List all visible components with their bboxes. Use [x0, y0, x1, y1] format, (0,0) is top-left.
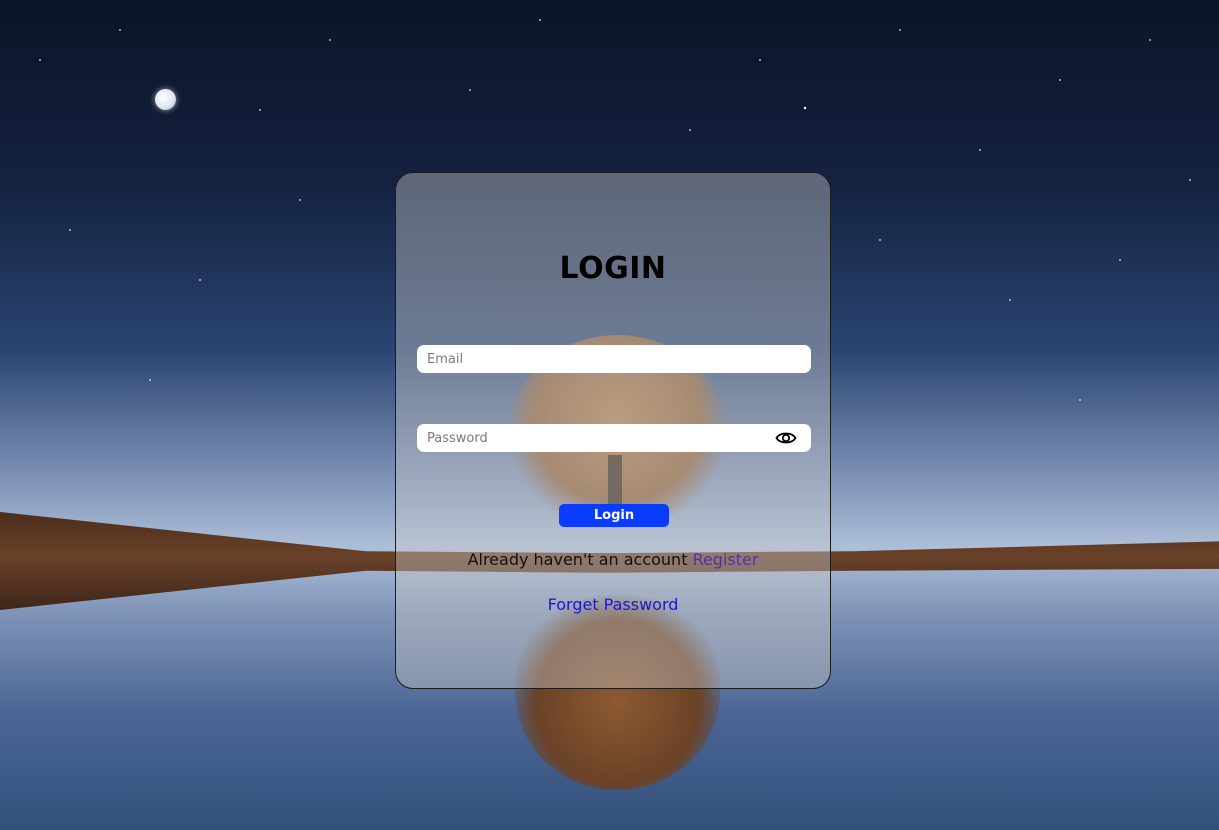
login-title: LOGIN — [559, 251, 667, 286]
login-card: LOGIN Login Already haven't an account R… — [395, 172, 831, 689]
password-input[interactable] — [417, 424, 811, 452]
register-prompt-line: Already haven't an account Register — [396, 550, 830, 569]
eye-icon[interactable] — [775, 429, 797, 447]
login-button[interactable]: Login — [559, 504, 669, 527]
register-link[interactable]: Register — [693, 550, 759, 569]
register-prompt-text: Already haven't an account — [467, 550, 693, 569]
password-field-wrapper — [417, 424, 811, 452]
moon — [155, 89, 176, 110]
forget-password-link[interactable]: Forget Password — [396, 595, 830, 614]
email-field-wrapper — [417, 345, 811, 373]
email-input[interactable] — [417, 345, 811, 373]
